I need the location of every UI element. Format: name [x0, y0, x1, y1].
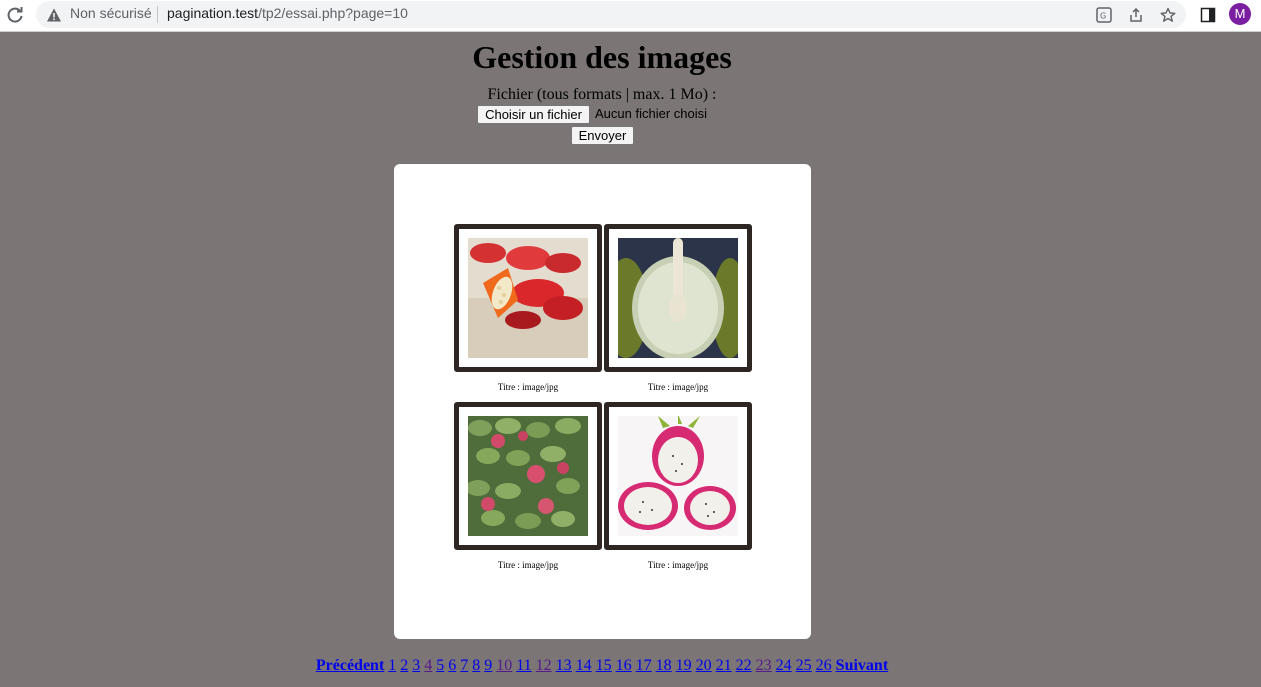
page-link-24[interactable]: 24 — [776, 657, 792, 674]
page-link-11[interactable]: 11 — [516, 657, 531, 674]
warning-icon[interactable] — [46, 7, 62, 23]
reload-icon[interactable] — [5, 5, 25, 25]
pagination: Précédent 1 2 3 4 5 6 7 8 9 10 11 12 13 … — [0, 657, 1204, 675]
image-frame — [604, 402, 752, 550]
dragon-fruit-image[interactable] — [618, 416, 738, 536]
page-link-21[interactable]: 21 — [716, 657, 732, 674]
page-link-15[interactable]: 15 — [596, 657, 612, 674]
image-caption: Titre : image/jpg — [647, 382, 709, 392]
translate-icon[interactable]: G — [1096, 7, 1112, 23]
share-icon[interactable] — [1128, 7, 1144, 23]
green-pods-image[interactable] — [468, 416, 588, 536]
side-panel-icon[interactable] — [1200, 7, 1216, 23]
page-link-23[interactable]: 23 — [756, 657, 772, 674]
address-separator — [157, 6, 158, 23]
gallery-item: Titre : image/jpg — [604, 402, 752, 570]
page-link-13[interactable]: 13 — [556, 657, 572, 674]
page-link-5[interactable]: 5 — [436, 657, 444, 674]
page-link-22[interactable]: 22 — [736, 657, 752, 674]
page-link-8[interactable]: 8 — [472, 657, 480, 674]
image-gallery-panel: Titre : image/jpg Titre : image/jpg Titr… — [394, 164, 811, 639]
page-link-10[interactable]: 10 — [496, 657, 512, 674]
image-frame — [604, 224, 752, 372]
page-link-14[interactable]: 14 — [576, 657, 592, 674]
image-caption: Titre : image/jpg — [647, 560, 709, 570]
page-link-2[interactable]: 2 — [400, 657, 408, 674]
page-link-7[interactable]: 7 — [460, 657, 468, 674]
page-link-16[interactable]: 16 — [616, 657, 632, 674]
image-frame — [454, 224, 602, 372]
url-path: /tp2/essai.php?page=10 — [258, 5, 408, 21]
submit-button[interactable]: Envoyer — [571, 126, 634, 145]
page-link-1[interactable]: 1 — [388, 657, 396, 674]
gallery-item: Titre : image/jpg — [604, 224, 752, 392]
page-link-12[interactable]: 12 — [536, 657, 552, 674]
image-frame — [454, 402, 602, 550]
security-status-label[interactable]: Non sécurisé — [70, 5, 152, 21]
page-link-26[interactable]: 26 — [816, 657, 832, 674]
bookmark-star-icon[interactable] — [1160, 7, 1176, 23]
page-link-25[interactable]: 25 — [796, 657, 812, 674]
address-bar[interactable]: Non sécurisé pagination.test/tp2/essai.p… — [36, 1, 1186, 28]
page-link-19[interactable]: 19 — [676, 657, 692, 674]
image-caption: Titre : image/jpg — [497, 382, 559, 392]
url-host: pagination.test — [167, 5, 259, 21]
url-text[interactable]: pagination.test/tp2/essai.php?page=10 — [167, 5, 408, 21]
page-title: Gestion des images — [472, 39, 732, 75]
choose-file-button[interactable]: Choisir un fichier — [477, 105, 590, 124]
gallery-item: Titre : image/jpg — [454, 402, 602, 570]
browser-toolbar: Non sécurisé pagination.test/tp2/essai.p… — [0, 0, 1261, 32]
page-link-4[interactable]: 4 — [424, 657, 432, 674]
next-page-link[interactable]: Suivant — [836, 657, 888, 674]
profile-avatar[interactable]: M — [1229, 3, 1251, 25]
image-caption: Titre : image/jpg — [497, 560, 559, 570]
page-link-18[interactable]: 18 — [656, 657, 672, 674]
svg-text:G: G — [1100, 12, 1106, 21]
page-link-3[interactable]: 3 — [412, 657, 420, 674]
page-link-9[interactable]: 9 — [484, 657, 492, 674]
no-file-chosen-text: Aucun fichier choisi — [595, 106, 707, 121]
page-link-17[interactable]: 17 — [636, 657, 652, 674]
breadfruit-image[interactable] — [618, 238, 738, 358]
rose-hips-image[interactable] — [468, 238, 588, 358]
file-input-label: Fichier (tous formats | max. 1 Mo) : — [487, 86, 717, 103]
page-link-20[interactable]: 20 — [696, 657, 712, 674]
page-link-6[interactable]: 6 — [448, 657, 456, 674]
gallery-item: Titre : image/jpg — [454, 224, 602, 392]
page-number-links: 1 2 3 4 5 6 7 8 9 10 11 12 13 14 15 16 1… — [388, 657, 831, 674]
previous-page-link[interactable]: Précédent — [316, 657, 384, 674]
